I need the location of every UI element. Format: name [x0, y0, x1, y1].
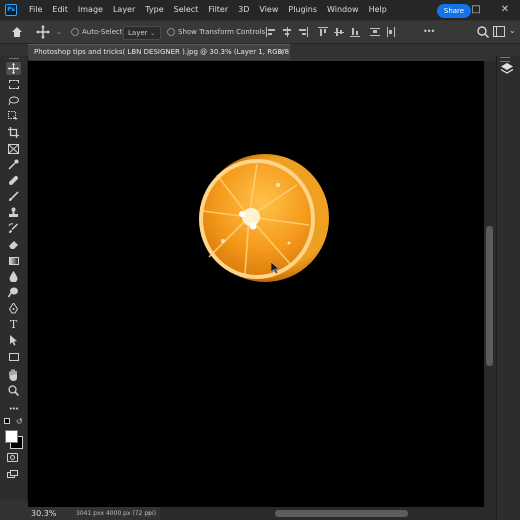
show-transform-controls-checkbox[interactable]: Show Transform Controls	[167, 21, 265, 43]
menu-item-view[interactable]: View	[254, 0, 283, 20]
menu-item-help[interactable]: Help	[364, 0, 392, 20]
stamp-icon[interactable]	[6, 206, 21, 219]
auto-select-label: Auto-Select:	[82, 28, 125, 36]
distribute-vertical-icon[interactable]	[386, 27, 396, 37]
default-colors-icon[interactable]	[4, 418, 10, 424]
home-icon[interactable]	[10, 21, 26, 43]
auto-select-checkbox[interactable]: Auto-Select:	[71, 21, 125, 43]
rectangle-icon[interactable]	[6, 350, 21, 363]
crop-icon[interactable]	[6, 126, 21, 139]
close-window-button[interactable]: ✕	[489, 0, 520, 20]
screen-mode-icon[interactable]	[7, 470, 18, 479]
share-button[interactable]: Share	[437, 4, 471, 18]
workspace-dropdown-icon[interactable]: ⌄	[509, 26, 516, 35]
orange-slice-image	[199, 154, 329, 282]
close-tab-icon[interactable]: ×	[278, 45, 285, 59]
marquee-icon[interactable]	[6, 78, 21, 91]
zoom-icon[interactable]	[6, 384, 21, 397]
layers-panel-icon[interactable]	[500, 62, 514, 76]
align-left-icon[interactable]	[266, 27, 276, 37]
more-options-icon[interactable]: •••	[423, 21, 435, 43]
object-select-icon[interactable]	[6, 110, 21, 123]
menu-item-3d[interactable]: 3D	[233, 0, 254, 20]
eraser-icon[interactable]	[6, 238, 21, 251]
horizontal-scroll-thumb[interactable]	[275, 510, 408, 517]
vertical-scroll-thumb[interactable]	[486, 226, 493, 366]
more-tools-icon[interactable]: •••	[6, 402, 21, 415]
eyedropper-icon[interactable]	[6, 158, 21, 171]
align-center-icon[interactable]	[282, 27, 292, 37]
menu-item-window[interactable]: Window	[322, 0, 364, 20]
align-right-icon[interactable]	[298, 27, 308, 37]
photoshop-logo-icon[interactable]: Ps	[5, 4, 17, 16]
brush-icon[interactable]	[6, 190, 21, 203]
swap-colors-icon[interactable]: ↺	[16, 417, 23, 426]
dodge-icon[interactable]	[6, 286, 21, 299]
history-brush-icon[interactable]	[6, 222, 21, 235]
options-bar: ⌄ Auto-Select: Layer ⌄ Show Transform Co…	[0, 21, 520, 44]
status-menu-arrow-icon[interactable]: ›	[148, 507, 151, 520]
frame-icon[interactable]	[6, 142, 21, 155]
layer-select-value: Layer	[128, 29, 148, 37]
gradient-icon[interactable]	[6, 254, 21, 267]
hand-icon[interactable]	[6, 368, 21, 381]
menu-item-filter[interactable]: Filter	[203, 0, 233, 20]
zoom-level-field[interactable]: 30.3%	[28, 507, 65, 520]
document-title: Photoshop tips and tricks( LBN DESIGNER …	[34, 48, 290, 56]
align-top-icon[interactable]	[318, 27, 328, 37]
align-middle-icon[interactable]	[334, 27, 344, 37]
menu-item-type[interactable]: Type	[140, 0, 168, 20]
healing-icon[interactable]	[6, 174, 21, 187]
auto-select-target-select[interactable]: Layer ⌄	[123, 26, 161, 40]
menu-item-select[interactable]: Select	[169, 0, 204, 20]
path-select-icon[interactable]	[6, 334, 21, 347]
document-canvas[interactable]	[28, 61, 484, 507]
document-info[interactable]: 3041 pxx 4000 px (72 ppi)	[76, 507, 156, 520]
move-tool-preset-icon[interactable]	[36, 21, 52, 43]
menu-item-edit[interactable]: Edit	[47, 0, 73, 20]
right-panel-dock	[496, 56, 520, 520]
blur-icon[interactable]	[6, 270, 21, 283]
align-bottom-icon[interactable]	[350, 27, 360, 37]
workspace-icon[interactable]	[493, 26, 505, 37]
lasso-icon[interactable]	[6, 94, 21, 107]
pen-icon[interactable]	[6, 302, 21, 315]
transform-controls-label: Show Transform Controls	[178, 28, 266, 36]
mouse-cursor-icon	[270, 261, 281, 276]
type-icon[interactable]: T	[6, 318, 21, 331]
menu-item-file[interactable]: File	[24, 0, 47, 20]
move-icon[interactable]	[6, 62, 21, 75]
search-icon[interactable]	[476, 24, 490, 40]
distribute-icon[interactable]	[370, 27, 380, 37]
menu-item-image[interactable]: Image	[73, 0, 108, 20]
quick-mask-icon[interactable]	[7, 453, 18, 462]
document-tab[interactable]: Photoshop tips and tricks( LBN DESIGNER …	[28, 44, 290, 60]
preset-dropdown-icon[interactable]: ⌄	[56, 21, 62, 43]
foreground-color-swatch[interactable]	[5, 430, 18, 443]
menu-item-plugins[interactable]: Plugins	[283, 0, 322, 20]
menu-item-layer[interactable]: Layer	[108, 0, 140, 20]
main-menu: File Edit Image Layer Type Select Filter 3D View…	[24, 0, 392, 20]
